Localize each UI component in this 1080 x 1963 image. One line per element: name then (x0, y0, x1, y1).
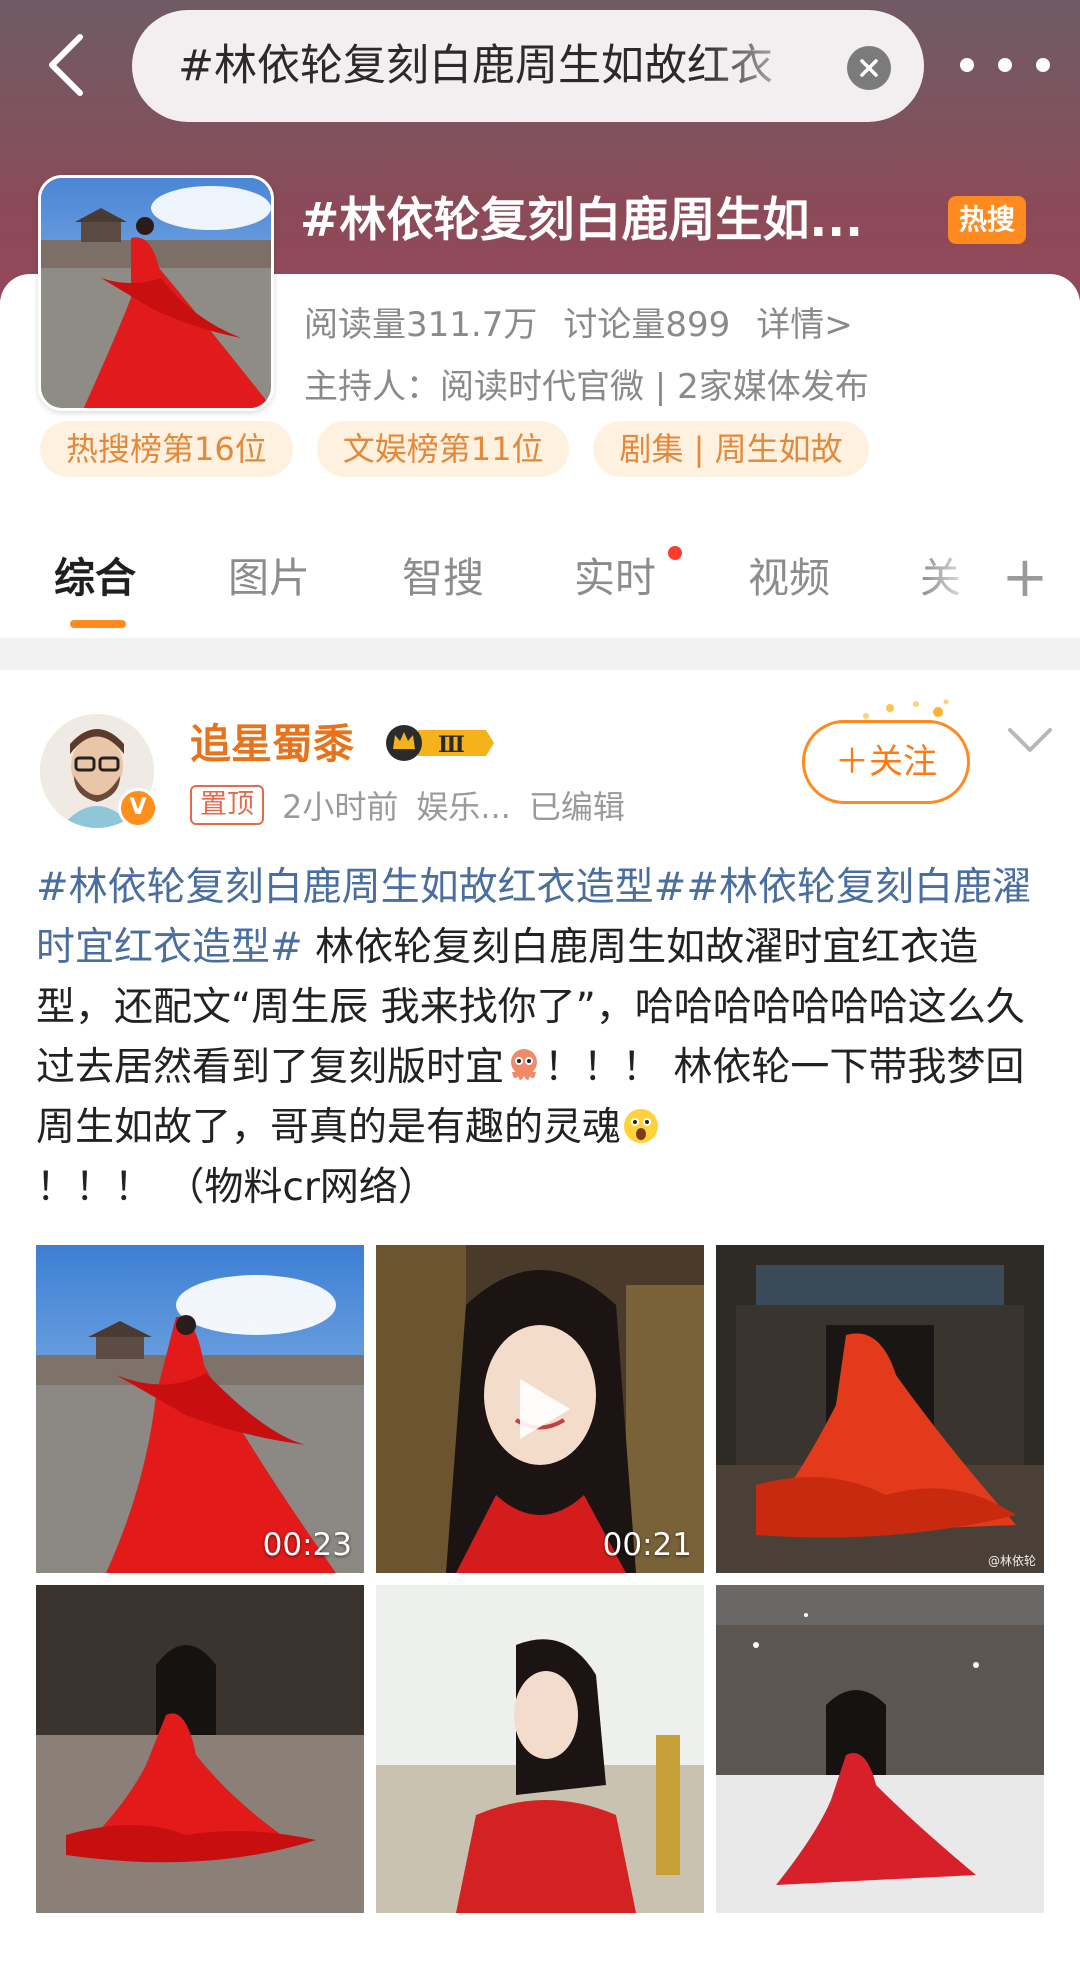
post-video-2[interactable]: 00:21 (376, 1245, 704, 1573)
chevron-down-icon[interactable] (1004, 720, 1056, 760)
discussion-count: 讨论量899 (563, 305, 731, 345)
search-bar[interactable]: #林依轮复刻白鹿周生如故红衣 (132, 10, 924, 122)
image-thumbnail (716, 1245, 1044, 1573)
video-duration: 00:23 (262, 1527, 352, 1563)
hashtag-link[interactable]: #林依轮复刻白鹿周生如故红衣造型# (36, 865, 686, 910)
image-watermark: @林依轮 (987, 1554, 1036, 1568)
post-image-3[interactable]: @林依轮 (716, 1245, 1044, 1573)
video-thumbnail (36, 1245, 364, 1573)
post-image-6[interactable] (716, 1585, 1044, 1913)
section-divider (0, 638, 1080, 670)
topic-stats: 阅读量311.7万 讨论量899 详情> (304, 298, 853, 352)
clear-circle-icon (860, 59, 878, 77)
tab-smart-search[interactable]: 智搜 (402, 548, 484, 608)
play-icon[interactable] (500, 1369, 580, 1449)
post-image-5[interactable] (376, 1585, 704, 1913)
hot-badge: 热搜 (948, 196, 1026, 244)
post-meta: 置顶 2小时前 娱乐... 已编辑 (190, 780, 625, 830)
tab-images[interactable]: 图片 (228, 548, 310, 608)
tab-video[interactable]: 视频 (748, 548, 830, 608)
octopus-emoji-icon (511, 1049, 538, 1080)
search-query[interactable]: #林依轮复刻白鹿周生如故红衣 (178, 10, 818, 122)
verified-icon: V (118, 788, 158, 828)
post-source: 娱乐... (416, 788, 511, 826)
topic-thumbnail-image (41, 178, 271, 408)
back-arrow-icon (49, 34, 83, 96)
tag-drama[interactable]: 剧集 | 周生如故 (593, 421, 869, 477)
tag-ent-rank[interactable]: 文娱榜第11位 (316, 421, 570, 477)
tab-bar: 综合 图片 智搜 实时 视频 关 (0, 530, 1080, 640)
user-name[interactable]: 追星蜀黍 (190, 714, 354, 774)
topic-title: #林依轮复刻白鹿周生如... (300, 193, 863, 248)
post-text-part: ！！！ （物料cr网络） (36, 1165, 437, 1210)
post-time: 2小时前 (282, 788, 399, 826)
details-link[interactable]: 详情> (756, 298, 853, 352)
post-body: #林依轮复刻白鹿周生如故红衣造型##林依轮复刻白鹿濯时宜红衣造型# 林依轮复刻白… (36, 858, 1046, 1218)
tab-realtime[interactable]: 实时 (574, 548, 656, 608)
rank-badge-text: Ⅲ (438, 732, 465, 758)
post-video-1[interactable]: 00:23 (36, 1245, 364, 1573)
read-count: 阅读量311.7万 (304, 305, 538, 345)
clear-search-button[interactable] (847, 46, 891, 90)
add-tab-icon[interactable]: + (1000, 548, 1050, 608)
edited-label: 已编辑 (528, 788, 625, 826)
post-image-4[interactable] (36, 1585, 364, 1913)
back-button[interactable] (38, 30, 94, 100)
more-dots-icon[interactable] (960, 40, 1050, 90)
top-bar: #林依轮复刻白鹿周生如故红衣 (0, 0, 1080, 130)
tag-hot-rank[interactable]: 热搜榜第16位 (40, 421, 293, 477)
topic-thumbnail[interactable] (38, 175, 274, 411)
video-duration: 00:21 (602, 1527, 692, 1563)
shocked-face-emoji-icon (624, 1109, 659, 1143)
pinned-tag: 置顶 (190, 785, 264, 825)
tab-fade (920, 545, 980, 615)
topic-tags: 热搜榜第16位 文娱榜第11位 剧集 | 周生如故 (40, 421, 869, 477)
active-tab-indicator (70, 620, 126, 628)
tab-comprehensive[interactable]: 综合 (54, 548, 136, 608)
follow-button[interactable]: ＋关注 (802, 720, 970, 804)
new-content-dot (668, 546, 682, 560)
image-thumbnail (376, 1585, 704, 1913)
member-crown-badge[interactable]: Ⅲ (382, 720, 496, 766)
image-thumbnail (36, 1585, 364, 1913)
topic-host: 主持人：阅读时代官微 | 2家媒体发布 (304, 367, 869, 407)
image-thumbnail (716, 1585, 1044, 1913)
